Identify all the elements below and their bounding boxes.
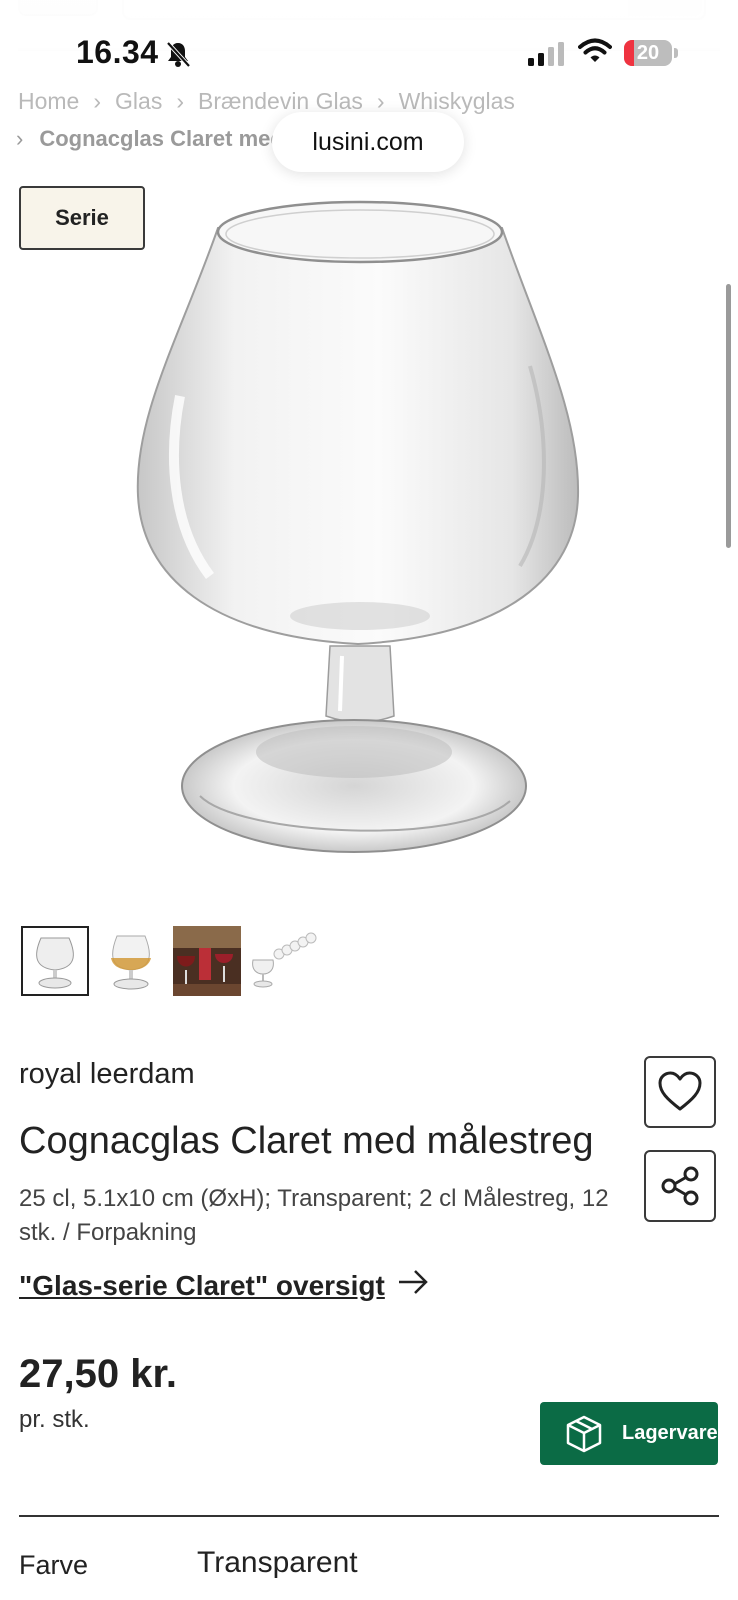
thumbnail-drinks-scene[interactable]: [173, 926, 241, 996]
series-overview-link[interactable]: "Glas-serie Claret" oversigt: [19, 1270, 385, 1302]
battery-indicator: 20: [624, 40, 672, 66]
scrollbar[interactable]: [726, 284, 731, 548]
stock-status-badge: Lagervare: [540, 1402, 718, 1465]
chevron-right-icon: ›: [93, 88, 102, 114]
chevron-right-icon: ›: [176, 88, 184, 114]
product-image[interactable]: [120, 196, 600, 876]
url-domain: lusini.com: [312, 127, 424, 156]
stock-status-label: Lagervare: [622, 1422, 718, 1444]
heart-icon: [658, 1071, 702, 1111]
breadcrumb-current: Cognacglas Claret med: [39, 126, 284, 151]
arrow-right-icon[interactable]: [397, 1266, 429, 1298]
product-brand[interactable]: royal leerdam: [19, 1058, 195, 1091]
product-title: Cognacglas Claret med målestreg: [19, 1120, 594, 1162]
wifi-icon: [578, 38, 612, 62]
chevron-right-icon: ›: [16, 126, 24, 151]
chevron-right-icon: ›: [376, 88, 385, 114]
url-bar[interactable]: lusini.com: [272, 112, 464, 172]
cellular-signal-icon: [528, 42, 564, 66]
attribute-label-farve: Farve: [19, 1550, 89, 1580]
breadcrumb-whiskyglas[interactable]: Whiskyglas: [399, 88, 515, 114]
thumbnail-glass-with-cognac[interactable]: [97, 926, 165, 996]
thumbnail-glass-empty[interactable]: [21, 926, 89, 996]
product-price: 27,50 kr.: [19, 1352, 177, 1396]
breadcrumb-glas[interactable]: Glas: [115, 88, 162, 114]
package-icon: [566, 1415, 602, 1452]
share-button[interactable]: [644, 1150, 716, 1222]
thumbnail-glass-set[interactable]: [249, 926, 317, 996]
product-description: 25 cl, 5.1x10 cm (ØxH); Transparent; 2 c…: [19, 1185, 609, 1246]
status-time: 16.34: [76, 34, 159, 70]
wishlist-button[interactable]: [644, 1056, 716, 1128]
attribute-value-farve: Transparent: [197, 1546, 358, 1579]
battery-nub: [674, 48, 678, 58]
bell-slash-icon: [166, 41, 191, 68]
price-unit: pr. stk.: [19, 1406, 90, 1433]
breadcrumb-braendevin-glas[interactable]: Brændevin Glas: [198, 88, 363, 114]
breadcrumb-current-row: › Cognacglas Claret med: [16, 126, 284, 152]
breadcrumb: Home › Glas › Brændevin Glas › Whiskyglas: [18, 88, 515, 115]
serie-badge-label: Serie: [55, 205, 109, 230]
breadcrumb-home[interactable]: Home: [18, 88, 79, 114]
attributes-divider: [19, 1515, 719, 1517]
share-icon: [661, 1166, 699, 1206]
